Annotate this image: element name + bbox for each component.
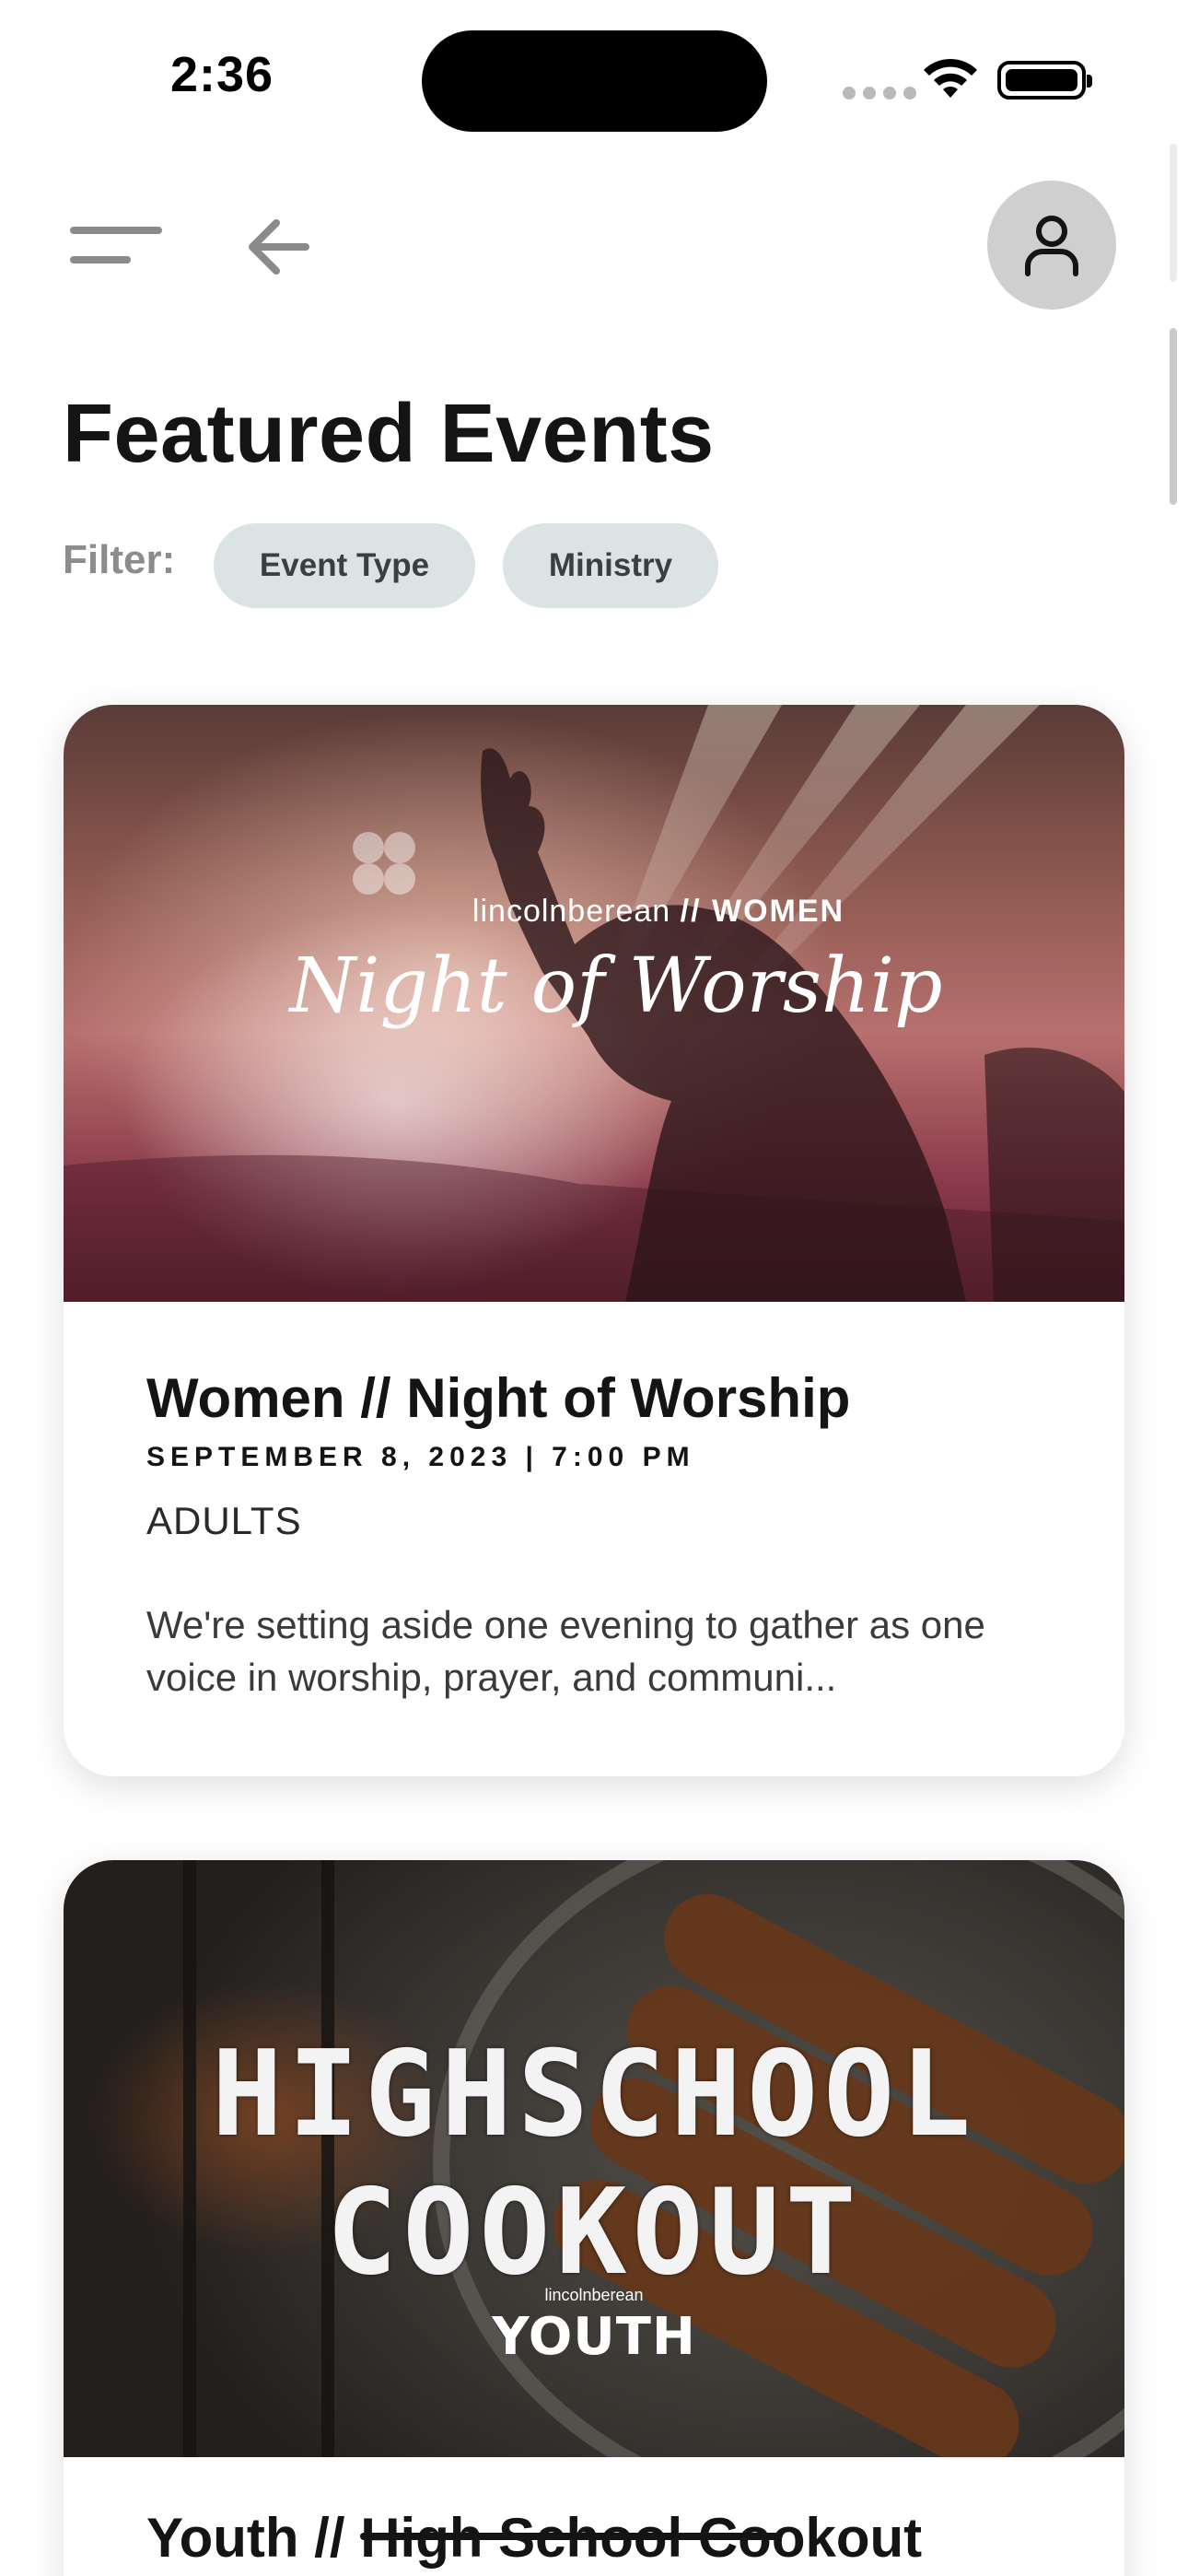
event-description: We're setting aside one evening to gathe… (146, 1603, 985, 1699)
image-brand-suffix: // WOMEN (680, 894, 845, 929)
scroll-track (1170, 144, 1177, 282)
event-title-struck: High School Cookout (360, 2506, 922, 2570)
image-title-line2: COOKOUT (326, 2164, 862, 2301)
image-brand-prefix: lincolnberean (472, 894, 671, 929)
image-brand-text: lincolnberean (544, 2286, 644, 2304)
featured-events-screen: 2:36 Featured Events Filter: Event Type … (0, 0, 1188, 2576)
image-brand-text: lincolnberean // WOMEN (401, 894, 916, 930)
image-title-line1: HIGHSCHOOL (211, 2026, 977, 2163)
event-category: ADULTS (146, 1499, 302, 1542)
event-title: Women // Night of Worship (146, 1367, 851, 1429)
image-title: Night of Worship (289, 943, 943, 1030)
filter-ministry-button[interactable]: Ministry (503, 523, 718, 608)
event-card[interactable]: lincolnberean // WOMEN Night of Worship … (64, 705, 1124, 1776)
event-datetime: SEPTEMBER 8, 2023 | 7:00 PM (146, 1442, 695, 1472)
scrollbar-thumb[interactable] (1170, 328, 1177, 505)
image-ministry-text: YOUTH (492, 2307, 696, 2367)
brand-logo-icon (353, 832, 415, 895)
status-bar: 2:36 (0, 0, 1188, 157)
hamburger-menu-icon[interactable] (70, 221, 166, 269)
cellular-signal-icon (843, 87, 916, 100)
battery-icon (997, 61, 1092, 100)
filter-label: Filter: (63, 537, 176, 582)
filter-event-type-button[interactable]: Event Type (214, 523, 475, 608)
arrow-left-icon[interactable] (241, 210, 315, 284)
profile-button[interactable] (987, 181, 1116, 310)
status-time: 2:36 (170, 47, 274, 102)
image-title: HIGHSCHOOL COOKOUT (64, 2026, 1124, 2302)
strikethrough-line (360, 2533, 780, 2540)
user-icon (1025, 216, 1078, 276)
dynamic-island (422, 30, 767, 132)
page-title: Featured Events (63, 388, 715, 480)
wifi-icon (924, 58, 977, 98)
event-image: HIGHSCHOOL COOKOUT lincolnberean YOUTH (64, 1860, 1124, 2457)
event-title-prefix: Youth // (146, 2507, 361, 2569)
event-image: lincolnberean // WOMEN Night of Worship (64, 705, 1124, 1302)
event-title: Youth // High School Cookout (146, 2506, 922, 2570)
event-card[interactable]: HIGHSCHOOL COOKOUT lincolnberean YOUTH Y… (64, 1860, 1124, 2576)
